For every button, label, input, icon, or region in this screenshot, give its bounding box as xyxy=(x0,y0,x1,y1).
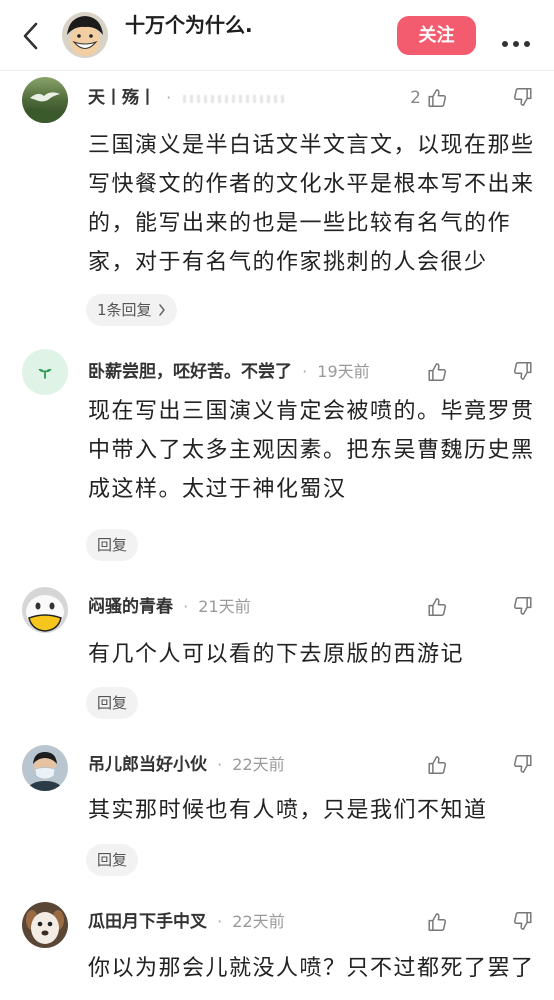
comment-text: 其实那时候也有人喷，只是我们不知道 xyxy=(88,798,488,823)
avatar-image xyxy=(22,902,68,948)
back-button[interactable] xyxy=(20,21,42,51)
thumbs-down-icon xyxy=(512,360,534,382)
separator-dot: · xyxy=(217,912,223,931)
more-dots-icon xyxy=(501,33,531,52)
reply-button[interactable]: 回复 xyxy=(86,529,139,561)
dislike-button[interactable] xyxy=(512,86,534,110)
thumbs-up-icon xyxy=(426,361,448,383)
comment-meta: 吊儿郎当好小伙 · 22天前 xyxy=(88,753,285,777)
avatar-image xyxy=(22,587,68,633)
separator-dot: · xyxy=(217,755,223,774)
comment-text: 现在写出三国演义肯定会被喷的。毕竟罗贯中带入了太多主观因素。把东吴曹魏历史黑成这… xyxy=(88,399,535,502)
avatar-image xyxy=(22,745,68,791)
timestamp: 19天前 xyxy=(317,362,370,381)
blurred-text xyxy=(183,94,288,103)
author-avatar[interactable] xyxy=(62,12,108,58)
avatar[interactable] xyxy=(22,349,68,395)
username[interactable]: 闷骚的青春 xyxy=(88,597,173,617)
like-button[interactable] xyxy=(400,910,448,934)
dislike-button[interactable] xyxy=(512,910,534,934)
avatar[interactable] xyxy=(22,587,68,633)
chevron-right-icon xyxy=(158,303,166,316)
like-count: 2 xyxy=(410,88,421,108)
comment-meta: 瓜田月下手中叉 · 22天前 xyxy=(88,910,285,934)
username[interactable]: 天丨殇丨 xyxy=(88,88,156,108)
dislike-button[interactable] xyxy=(512,360,534,384)
anime-character-avatar xyxy=(62,12,108,58)
thumbs-down-icon xyxy=(512,86,534,108)
avatar-image xyxy=(22,77,68,123)
thumbs-up-icon xyxy=(426,596,448,618)
timestamp: 22天前 xyxy=(232,755,285,774)
thumbs-down-icon xyxy=(512,910,534,932)
more-button[interactable] xyxy=(501,33,531,47)
thumbs-up-icon xyxy=(426,911,448,933)
header-divider xyxy=(0,70,554,71)
comment-meta: 闷骚的青春 · 21天前 xyxy=(88,595,251,619)
thumbs-down-icon xyxy=(512,753,534,775)
follow-button[interactable]: 关注 xyxy=(397,16,476,55)
username[interactable]: 卧薪尝胆，呸好苦。不尝了 xyxy=(88,362,292,382)
avatar[interactable] xyxy=(22,745,68,791)
comment-text: 你以为那会儿就没人喷？只不过都死了罢了 xyxy=(88,956,535,981)
timestamp: 22天前 xyxy=(232,912,285,931)
view-replies-button[interactable]: 1条回复 xyxy=(86,294,177,326)
reply-label: 1条回复 xyxy=(97,301,152,319)
separator-dot: · xyxy=(302,362,308,381)
thumbs-down-icon xyxy=(512,595,534,617)
like-button[interactable] xyxy=(400,360,448,384)
page-title: 十万个为什么. xyxy=(125,13,253,37)
like-button[interactable]: 2 xyxy=(400,86,448,110)
thumbs-up-icon xyxy=(426,87,448,109)
like-button[interactable] xyxy=(400,595,448,619)
comment-meta: 卧薪尝胆，呸好苦。不尝了 · 19天前 xyxy=(88,360,370,384)
username[interactable]: 吊儿郎当好小伙 xyxy=(88,755,207,775)
separator-dot: · xyxy=(166,88,172,107)
reply-button[interactable]: 回复 xyxy=(86,687,139,719)
comment-text: 有几个人可以看的下去原版的西游记 xyxy=(88,642,465,667)
avatar-image xyxy=(22,349,68,395)
comment-text: 三国演义是半白话文半文言文，以现在那些写快餐文的作者的文化水平是根本写不出来的，… xyxy=(88,133,535,275)
chevron-left-icon xyxy=(20,22,42,55)
avatar[interactable] xyxy=(22,902,68,948)
username[interactable]: 瓜田月下手中叉 xyxy=(88,912,207,932)
dislike-button[interactable] xyxy=(512,595,534,619)
separator-dot: · xyxy=(183,597,189,616)
timestamp: 21天前 xyxy=(198,597,251,616)
reply-button[interactable]: 回复 xyxy=(86,844,139,876)
dislike-button[interactable] xyxy=(512,753,534,777)
comment-meta: 天丨殇丨 · xyxy=(88,86,288,110)
thumbs-up-icon xyxy=(426,754,448,776)
like-button[interactable] xyxy=(400,753,448,777)
avatar[interactable] xyxy=(22,77,68,123)
top-bar: 十万个为什么. 关注 xyxy=(0,0,554,70)
